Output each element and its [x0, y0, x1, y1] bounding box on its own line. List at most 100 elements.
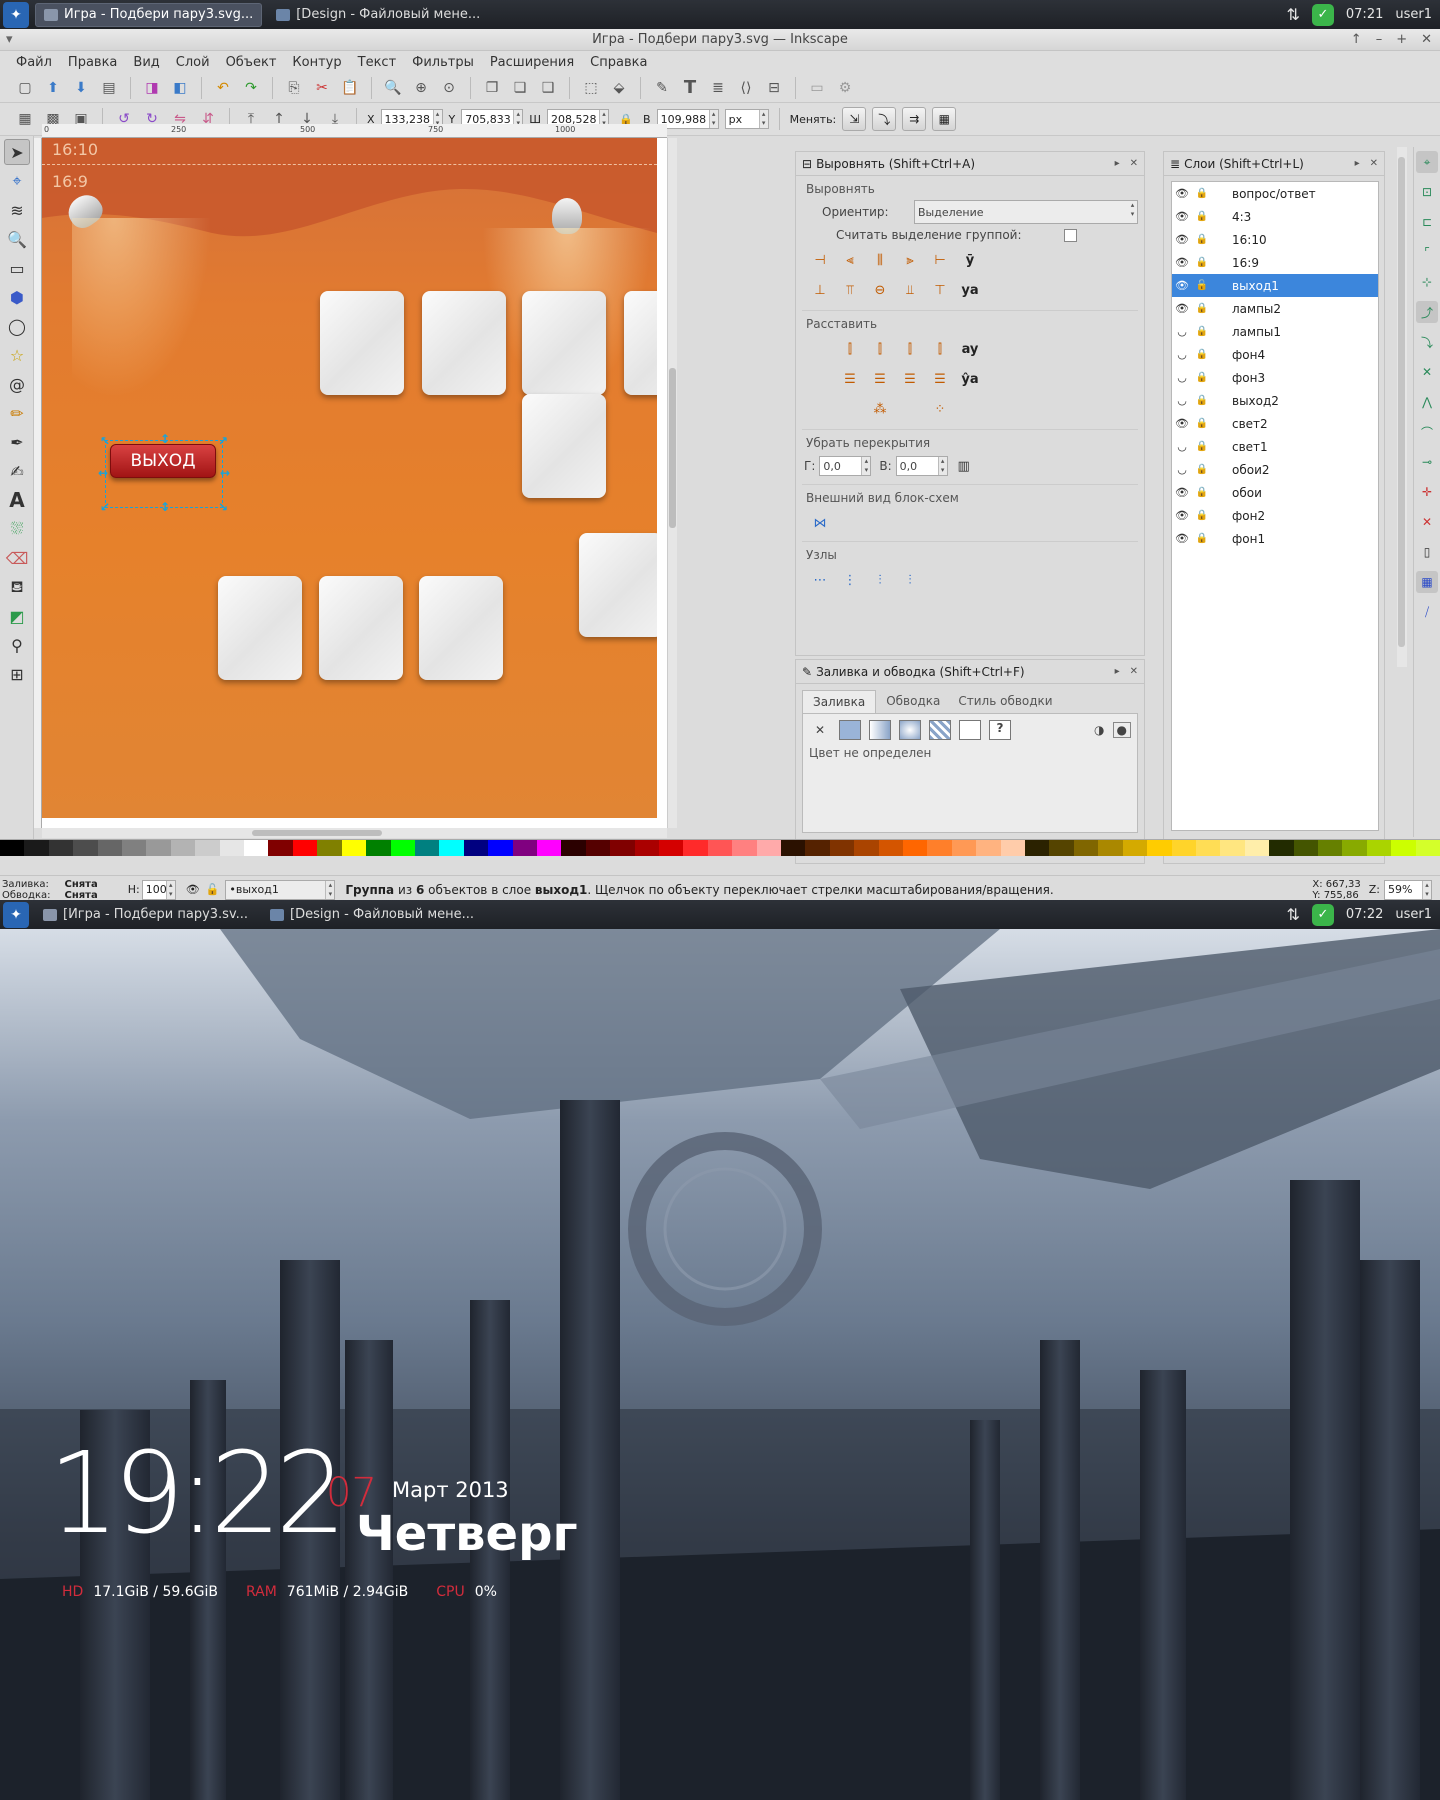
snap-bbox-edge-icon[interactable]: ⊏: [1416, 211, 1438, 233]
palette-swatch[interactable]: [1293, 840, 1318, 856]
spray-tool-icon[interactable]: ⛆: [4, 516, 30, 542]
dropdown-arrow-icon[interactable]: ▴ ▾: [758, 110, 768, 128]
keep-above-icon[interactable]: ↑: [1351, 32, 1362, 47]
taskbar-item-inkscape[interactable]: [Игра - Подбери пару3.sv...: [35, 903, 256, 927]
pattern-icon[interactable]: [929, 720, 951, 740]
palette-swatch[interactable]: [951, 840, 977, 856]
palette-swatch[interactable]: [0, 840, 25, 856]
taskbar-item-filemanager[interactable]: [Design - Файловый мене...: [262, 903, 482, 927]
distribute-right-icon[interactable]: ⫿: [928, 337, 952, 361]
opacity-field[interactable]: 100 ▴ ▾: [141, 879, 176, 900]
copy-icon[interactable]: ⎘: [283, 77, 305, 99]
menu-extensions[interactable]: Расширения: [482, 55, 582, 70]
dock-iconify-icon[interactable]: ▸: [1115, 158, 1120, 169]
scale-handle-icon[interactable]: ↕: [160, 432, 170, 446]
palette-swatch[interactable]: [317, 840, 342, 856]
lock-icon[interactable]: 🔒: [1192, 234, 1212, 245]
canvas-horizontal-scrollbar[interactable]: [42, 828, 667, 838]
stroke-indicator-value[interactable]: Снята: [65, 890, 98, 901]
layer-row[interactable]: 👁 🔒 фон1: [1172, 527, 1378, 550]
update-check-icon[interactable]: ✓: [1311, 903, 1334, 926]
palette-swatch[interactable]: [756, 840, 781, 856]
palette-swatch[interactable]: [781, 840, 806, 856]
align-baselines-icon[interactable]: ya: [958, 278, 982, 302]
connector-tool-icon[interactable]: ⊞: [4, 661, 30, 687]
align-dock-header[interactable]: ⊟ Выровнять (Shift+Ctrl+A) ▸ ✕: [796, 152, 1144, 176]
layer-row[interactable]: 👁 🔒 обои: [1172, 481, 1378, 504]
palette-swatch[interactable]: [683, 840, 708, 856]
fill-indicator-value[interactable]: Снята: [65, 879, 98, 890]
layers-icon[interactable]: ≣: [707, 77, 729, 99]
palette-swatch[interactable]: [48, 840, 74, 856]
redo-icon[interactable]: ↷: [240, 77, 262, 99]
align-right-edges-icon[interactable]: ⫸: [898, 248, 922, 272]
scale-handle-icon[interactable]: ↔: [220, 466, 230, 480]
palette-swatch[interactable]: [1317, 840, 1343, 856]
layer-row[interactable]: ◡ 🔒 фон4: [1172, 343, 1378, 366]
palette-swatch[interactable]: [1195, 840, 1221, 856]
lock-icon[interactable]: 🔒: [1192, 211, 1212, 222]
palette-swatch[interactable]: [414, 840, 440, 856]
ellipse-tool-icon[interactable]: ◯: [4, 313, 30, 339]
color-palette[interactable]: [0, 839, 1440, 856]
no-paint-icon[interactable]: ✕: [809, 723, 831, 737]
distribute-bottom-icon[interactable]: ☰: [928, 367, 952, 391]
rect-tool-icon[interactable]: ▭: [4, 255, 30, 281]
dock-close-icon[interactable]: ✕: [1130, 666, 1138, 677]
text-font-icon[interactable]: T: [679, 77, 701, 99]
dropdown-arrow-icon[interactable]: ▴ ▾: [1128, 201, 1137, 223]
snap-paths-icon[interactable]: ⤵: [1416, 331, 1438, 353]
palette-swatch[interactable]: [1000, 840, 1026, 856]
maximize-icon[interactable]: +: [1396, 32, 1407, 47]
ungroup-icon[interactable]: ⬙: [608, 77, 630, 99]
clone-icon[interactable]: ❏: [509, 77, 531, 99]
scale-handle-icon[interactable]: ↗: [218, 434, 228, 448]
distribute-baselines-h-icon[interactable]: ay: [958, 337, 982, 361]
dropdown-arrow-icon[interactable]: ▴ ▾: [325, 880, 335, 899]
distribute-nodes-v-icon[interactable]: ⫶: [898, 568, 922, 592]
card[interactable]: [218, 576, 302, 680]
gap-h-field[interactable]: 0,0 ▴ ▾: [819, 456, 872, 476]
export-icon[interactable]: ◧: [169, 77, 191, 99]
layer-row[interactable]: 👁 🔒 16:10: [1172, 228, 1378, 251]
lock-icon[interactable]: 🔒: [1192, 510, 1212, 521]
distribute-nodes-h-icon[interactable]: ⫶: [868, 568, 892, 592]
fill-rule-nonzero-icon[interactable]: ●: [1112, 722, 1131, 738]
lock-icon[interactable]: 🔒: [1192, 326, 1212, 337]
update-check-icon[interactable]: ✓: [1311, 3, 1334, 26]
align-top-to-bottom-anchor-icon[interactable]: ⊤: [928, 278, 952, 302]
star-tool-icon[interactable]: ☆: [4, 342, 30, 368]
fill-dock-header[interactable]: ✎ Заливка и обводка (Shift+Ctrl+F) ▸ ✕: [796, 660, 1144, 684]
eye-icon[interactable]: 👁: [1172, 532, 1192, 545]
scale-stroke-toggle[interactable]: ⇲: [842, 107, 867, 131]
zoom-drawing-icon[interactable]: ⊕: [410, 77, 432, 99]
align-left-edges-icon[interactable]: ⫷: [838, 248, 862, 272]
palette-swatch[interactable]: [1147, 840, 1172, 856]
distribute-centers-h-icon[interactable]: ⫿: [868, 337, 892, 361]
fill-rule-evenodd-icon[interactable]: ◑: [1094, 723, 1104, 737]
snap-bbox-corner-icon[interactable]: ⌜: [1416, 241, 1438, 263]
exit-button-artwork[interactable]: ВЫХОД: [110, 444, 216, 478]
snap-bbox-midpoint-icon[interactable]: ⊹: [1416, 271, 1438, 293]
scroll-thumb[interactable]: [669, 368, 676, 528]
bucket-tool-icon[interactable]: ⛾: [4, 574, 30, 600]
palette-swatch[interactable]: [1122, 840, 1148, 856]
menu-object[interactable]: Объект: [218, 55, 285, 70]
snap-nodes-icon[interactable]: ⤴: [1416, 301, 1438, 323]
align-baseline-text-icon[interactable]: ȳ: [958, 248, 982, 272]
spin-arrows-icon[interactable]: ▴ ▾: [861, 457, 871, 475]
text-tool-icon[interactable]: A: [4, 487, 30, 513]
transform-gradients-toggle[interactable]: ⇉: [902, 107, 927, 131]
center-horizontal-axis-icon[interactable]: ⊖: [868, 278, 892, 302]
eye-icon[interactable]: 👁: [1172, 210, 1192, 223]
lock-icon[interactable]: 🔒: [1192, 257, 1212, 268]
node-tool-icon[interactable]: ⌖: [4, 168, 30, 194]
user-name[interactable]: user1: [1395, 907, 1432, 922]
card[interactable]: [320, 291, 404, 395]
palette-swatch[interactable]: [707, 840, 733, 856]
snap-guide-icon[interactable]: ⧸: [1416, 601, 1438, 623]
scale-corners-toggle[interactable]: ⤵: [872, 107, 897, 131]
palette-swatch[interactable]: [97, 840, 123, 856]
snap-rotation-center-icon[interactable]: ✕: [1416, 511, 1438, 533]
lock-icon[interactable]: 🔒: [1192, 188, 1212, 199]
